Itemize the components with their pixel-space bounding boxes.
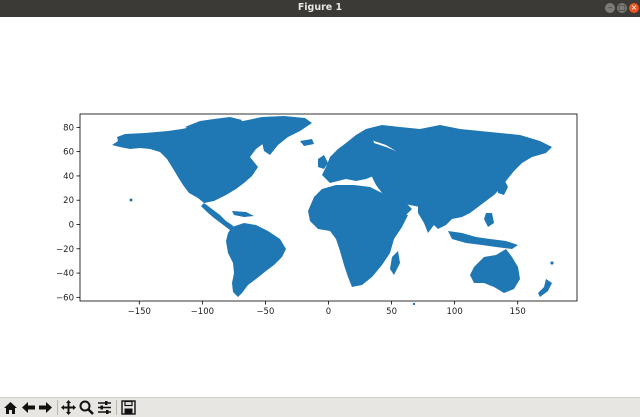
zoom-button[interactable] [78, 399, 95, 416]
landmass-new-zealand [538, 279, 552, 297]
configure-subplots-button[interactable] [96, 399, 113, 416]
landmass-iceland [300, 139, 314, 146]
y-tick-label: −60 [56, 293, 74, 303]
toolbar-separator [116, 400, 117, 415]
window-title: Figure 1 [297, 2, 343, 13]
landmass-australia [470, 249, 520, 293]
y-tick-label: −40 [56, 269, 74, 279]
forward-button[interactable] [37, 399, 54, 416]
y-tick-label: 40 [63, 172, 74, 182]
y-tick-label: −20 [56, 245, 74, 255]
minimize-button[interactable]: – [605, 3, 615, 13]
save-floppy-icon [121, 400, 136, 415]
window-titlebar: Figure 1 – □ × [0, 0, 640, 17]
save-button[interactable] [120, 399, 137, 416]
y-tick-label: 80 [63, 123, 74, 133]
landmass-south-america [226, 223, 286, 297]
home-icon [4, 402, 17, 414]
back-arrow-icon [22, 402, 35, 413]
x-ticks: −150 −100 −50 0 50 100 150 [128, 301, 526, 317]
x-tick-label: 50 [386, 307, 397, 317]
figure-canvas[interactable]: −150 −100 −50 0 50 100 150 80 60 40 20 0 −20 −40 −60 [0, 17, 640, 397]
back-button[interactable] [20, 399, 37, 416]
x-tick-label: 0 [326, 307, 331, 317]
x-tick-label: 150 [510, 307, 526, 317]
pan-button[interactable] [60, 399, 77, 416]
x-tick-label: −50 [256, 307, 274, 317]
landmass-indonesia [448, 231, 518, 249]
toolbar-separator [57, 400, 58, 415]
y-tick-label: 60 [63, 148, 74, 158]
zoom-magnifier-icon [79, 400, 94, 415]
y-tick-label: 0 [69, 221, 74, 231]
landmass-fiji [550, 261, 554, 265]
y-ticks: 80 60 40 20 0 −20 −40 −60 [56, 123, 80, 303]
y-tick-label: 20 [63, 196, 74, 206]
navigation-toolbar [0, 397, 640, 417]
map-plot: −150 −100 −50 0 50 100 150 80 60 40 20 0 −20 −40 −60 [56, 113, 578, 317]
landmass-caribbean [232, 211, 254, 217]
close-button[interactable]: × [629, 3, 639, 13]
landmass-central-america [201, 203, 236, 230]
landmass-madagascar [390, 251, 400, 275]
pan-move-icon [61, 400, 76, 415]
maximize-button[interactable]: □ [617, 3, 627, 13]
x-tick-label: −100 [191, 307, 214, 317]
landmass-north-america [112, 119, 270, 203]
landmass-kerguelen [412, 302, 416, 306]
forward-arrow-icon [39, 402, 52, 413]
landmass-philippines [484, 213, 494, 227]
world-landmasses [112, 116, 554, 306]
subplots-config-icon [98, 401, 111, 414]
landmass-hawaii [129, 198, 133, 202]
x-tick-label: 100 [447, 307, 463, 317]
x-tick-label: −150 [128, 307, 151, 317]
home-button[interactable] [2, 399, 19, 416]
